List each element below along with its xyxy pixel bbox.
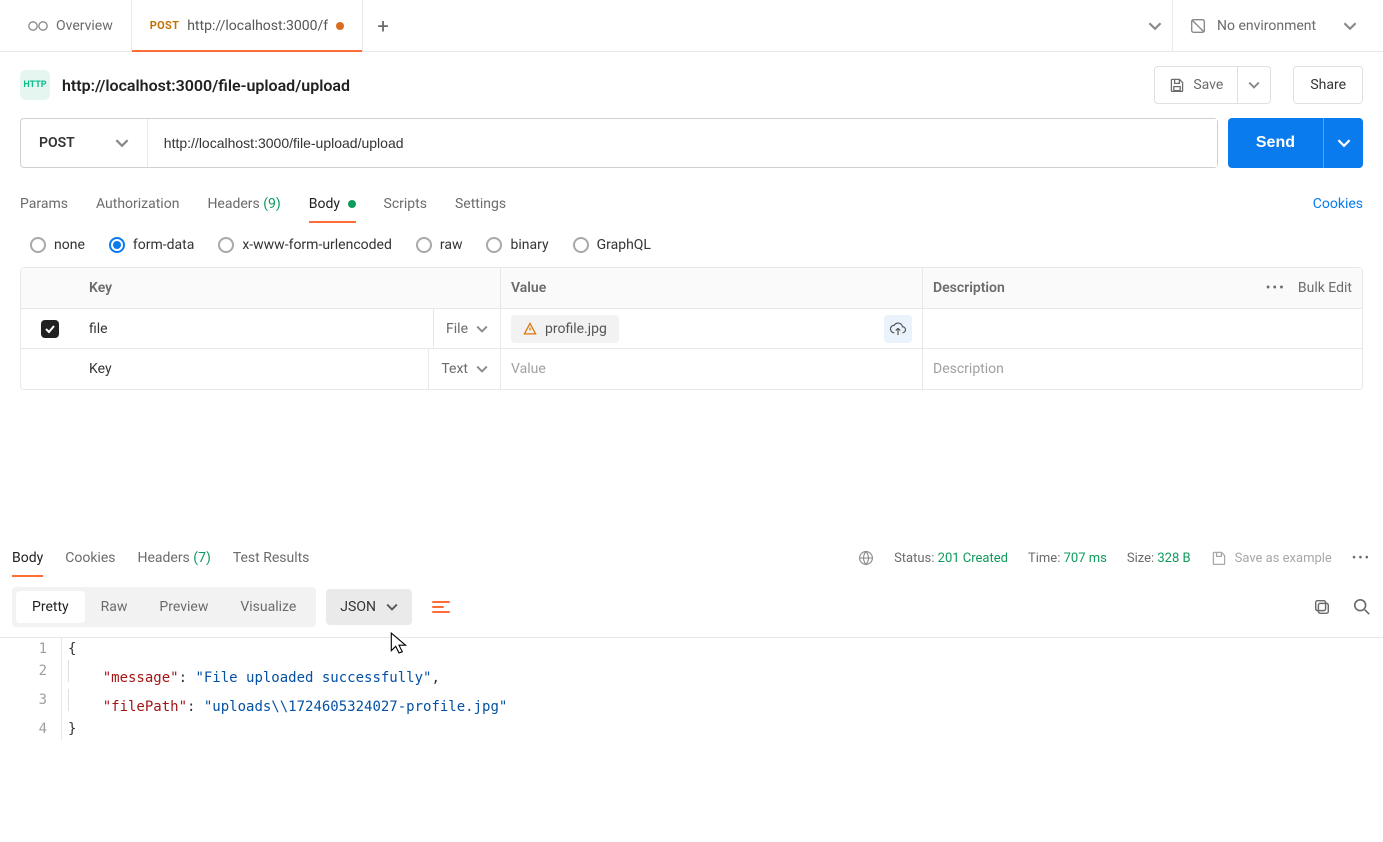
wrap-lines-icon (432, 601, 450, 613)
tab-request[interactable]: POST http://localhost:3000/f (131, 0, 363, 51)
table-row-empty: Key Text Value Description (21, 349, 1362, 389)
warning-icon (523, 322, 537, 336)
tab-request-method: POST (150, 19, 179, 32)
tabs-controls: No environment (1137, 0, 1373, 51)
response-more-button[interactable]: ••• (1352, 551, 1371, 566)
wrap-lines-button[interactable] (422, 588, 460, 626)
save-label: Save (1193, 77, 1223, 93)
table-more-button[interactable]: ••• (1266, 280, 1286, 296)
time-info[interactable]: Time: 707 ms (1028, 551, 1107, 566)
resp-tab-cookies[interactable]: Cookies (65, 540, 115, 576)
request-header: HTTP http://localhost:3000/file-upload/u… (0, 52, 1383, 118)
save-as-example-button[interactable]: Save as example (1211, 550, 1332, 566)
copy-button[interactable] (1313, 598, 1331, 616)
chevron-down-icon (476, 363, 488, 375)
tab-overview[interactable]: Overview (10, 0, 131, 51)
radio-binary[interactable]: binary (486, 237, 548, 253)
chevron-down-icon (1343, 19, 1357, 33)
send-button[interactable]: Send (1228, 118, 1323, 168)
view-visualize[interactable]: Visualize (224, 591, 312, 623)
type-selector[interactable]: File (433, 309, 500, 348)
save-button[interactable]: Save (1154, 66, 1238, 104)
view-raw[interactable]: Raw (85, 591, 144, 623)
form-data-table: Key Value Description ••• Bulk Edit file… (20, 267, 1363, 390)
form-data-head: Key Value Description ••• Bulk Edit (21, 268, 1362, 309)
chevron-down-icon (476, 323, 488, 335)
col-description: Description ••• Bulk Edit (923, 268, 1362, 308)
tab-body[interactable]: Body (309, 186, 356, 222)
radio-graphql[interactable]: GraphQL (573, 237, 651, 253)
resp-tab-headers[interactable]: Headers (7) (137, 540, 210, 576)
radio-form-data[interactable]: form-data (109, 237, 194, 253)
resp-tab-body[interactable]: Body (12, 540, 43, 576)
response-tabs: Body Cookies Headers (7) Test Results St… (0, 540, 1383, 577)
tabs-chevron-button[interactable] (1137, 0, 1173, 51)
globe-icon[interactable] (858, 550, 874, 566)
share-label: Share (1310, 77, 1346, 93)
format-selector[interactable]: JSON (326, 589, 412, 625)
tab-params[interactable]: Params (20, 186, 68, 222)
table-row: file File profile.jpg (21, 309, 1362, 349)
tabs-bar: Overview POST http://localhost:3000/f + … (0, 0, 1383, 52)
request-title: http://localhost:3000/file-upload/upload (62, 76, 1142, 95)
save-icon (1169, 77, 1185, 93)
type-selector-empty[interactable]: Text (428, 349, 500, 389)
body-type-radios: none form-data x-www-form-urlencoded raw… (0, 223, 1383, 267)
url-row: POST Send (0, 118, 1383, 168)
save-icon (1211, 550, 1227, 566)
chevron-down-icon (115, 136, 129, 150)
body-active-dot-icon (348, 200, 356, 208)
cookies-link[interactable]: Cookies (1313, 196, 1363, 212)
search-button[interactable] (1353, 598, 1371, 616)
tab-add-button[interactable]: + (363, 14, 403, 38)
response-body[interactable]: 1 { 2 "message": "File uploaded successf… (0, 637, 1383, 740)
url-input[interactable] (148, 119, 1217, 167)
key-input-empty[interactable]: Key (79, 361, 428, 377)
tab-scripts[interactable]: Scripts (384, 186, 427, 222)
save-options-button[interactable] (1238, 66, 1271, 104)
response-view-controls: Pretty Raw Preview Visualize JSON (0, 577, 1383, 637)
environment-label: No environment (1217, 18, 1316, 34)
col-key: Key (79, 268, 501, 308)
unsaved-dot-icon (336, 22, 344, 30)
radio-raw[interactable]: raw (416, 237, 463, 253)
tab-overview-label: Overview (56, 18, 113, 34)
radio-xwww[interactable]: x-www-form-urlencoded (218, 237, 392, 253)
resp-tab-test-results[interactable]: Test Results (233, 540, 310, 576)
description-input[interactable] (923, 309, 1362, 348)
send-options-button[interactable] (1323, 118, 1363, 168)
col-value: Value (501, 268, 923, 308)
radio-none[interactable]: none (30, 237, 85, 253)
method-value: POST (39, 135, 75, 151)
file-pill[interactable]: profile.jpg (511, 315, 619, 343)
cloud-upload-button[interactable] (884, 315, 912, 343)
value-input-empty[interactable]: Value (511, 361, 546, 377)
tab-authorization[interactable]: Authorization (96, 186, 179, 222)
view-mode-segment: Pretty Raw Preview Visualize (12, 587, 316, 627)
tab-settings[interactable]: Settings (455, 186, 506, 222)
view-preview[interactable]: Preview (143, 591, 224, 623)
size-info[interactable]: Size: 328 B (1127, 551, 1191, 566)
method-selector[interactable]: POST (21, 119, 148, 167)
overview-icon (28, 18, 48, 34)
url-box: POST (20, 118, 1218, 168)
file-name: profile.jpg (545, 321, 607, 337)
no-env-icon (1189, 17, 1207, 35)
tab-headers[interactable]: Headers (9) (207, 186, 280, 222)
chevron-down-icon (386, 601, 398, 613)
request-tabs: Params Authorization Headers (9) Body Sc… (0, 186, 1383, 223)
status-info[interactable]: Status: 201 Created (894, 551, 1008, 566)
bulk-edit-button[interactable]: Bulk Edit (1298, 280, 1352, 296)
description-input-empty[interactable]: Description (923, 349, 1362, 389)
share-button[interactable]: Share (1293, 66, 1363, 104)
http-badge-icon: HTTP (20, 70, 50, 100)
environment-selector[interactable]: No environment (1173, 17, 1373, 35)
view-pretty[interactable]: Pretty (16, 591, 85, 623)
key-input[interactable]: file (79, 321, 433, 337)
tab-request-url: http://localhost:3000/f (187, 18, 328, 34)
row-checkbox[interactable] (41, 320, 59, 338)
